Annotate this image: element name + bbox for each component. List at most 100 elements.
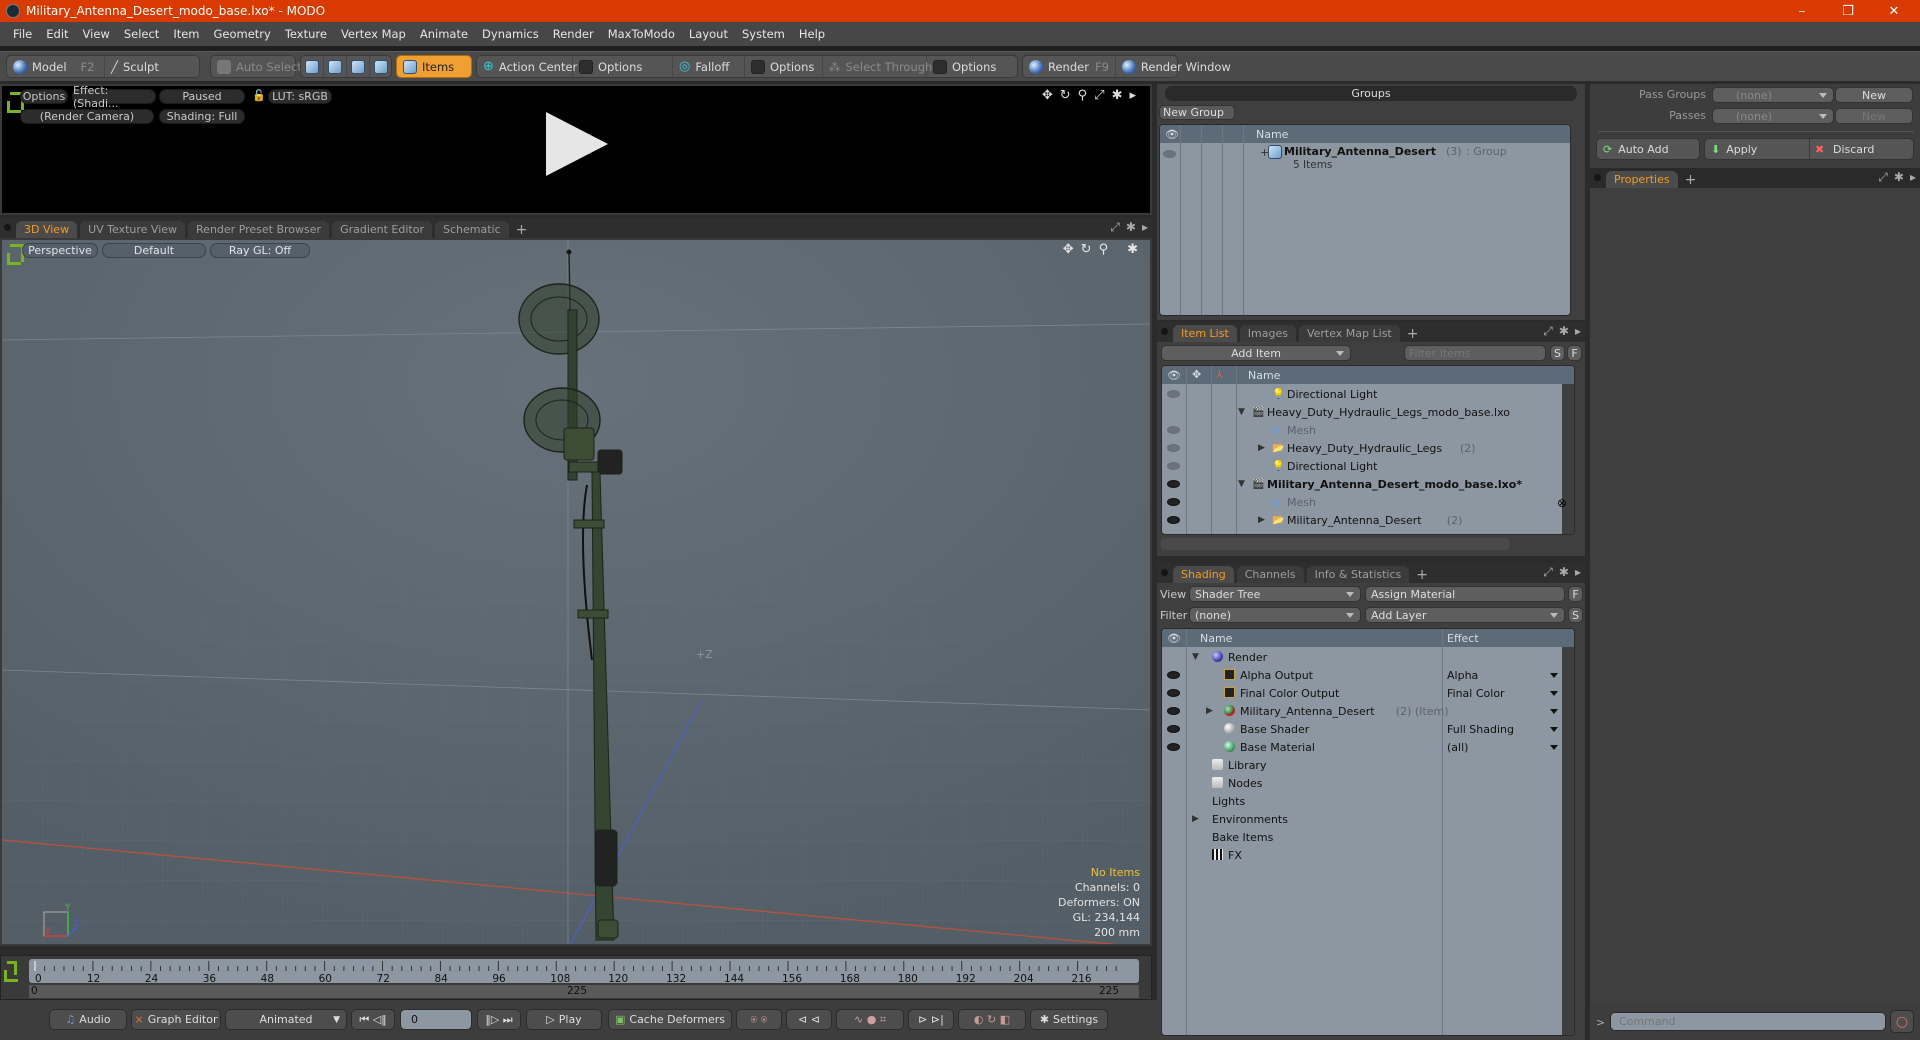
auto-key-icon[interactable]: ∿ [854,1013,863,1026]
range-bar[interactable]: 0 225 225 [29,985,1139,998]
item-list-hscrollbar[interactable] [1161,538,1509,550]
eye-icon[interactable] [1167,480,1180,488]
maximize-icon[interactable]: ⤢ [1110,220,1120,235]
gear-icon[interactable]: ✱ [1126,220,1136,235]
record-macro-button[interactable]: ○ [1890,1010,1914,1033]
edges-mode-button[interactable] [324,56,347,77]
timeline-ruler[interactable]: 0 12 24 36 48 60 72 84 96 108 120 132 144 156 168 180 19… [29,959,1139,985]
shader-tree-row[interactable]: Alpha Output Alpha [1162,666,1574,684]
add-tab-button[interactable]: + [1403,325,1423,342]
key-in-icon[interactable]: ⍟ [751,1013,758,1027]
tab-properties[interactable]: Properties [1606,171,1678,188]
key-tool3-icon[interactable]: ◧ [1000,1013,1010,1026]
eye-icon[interactable] [1167,390,1180,398]
name-column-header[interactable]: Name [1200,632,1232,645]
discard-button[interactable]: Discard [1833,143,1874,156]
polygons-mode-button[interactable] [347,56,370,77]
apply-button[interactable]: Apply [1726,143,1757,156]
tab-item-list[interactable]: Item List [1173,325,1237,342]
vertices-mode-button[interactable] [301,56,324,77]
preview-paused-button[interactable]: Paused [159,89,245,104]
menu-maxtomodo[interactable]: MaxToModo [608,27,675,41]
menu-geometry[interactable]: Geometry [214,27,271,41]
new-pass-group-button[interactable]: New [1835,87,1913,103]
expand-arrow-icon[interactable]: ▶ [1258,443,1265,453]
name-column-header[interactable]: Name [1256,128,1288,141]
clear-circle-icon[interactable]: ⊗ [1557,496,1567,510]
tab-images[interactable]: Images [1239,325,1296,342]
eye-icon[interactable] [1167,498,1180,506]
falloff-options-button[interactable]: Options [745,56,823,77]
last-icon[interactable]: ⊳| [931,1013,944,1026]
pan-icon[interactable]: ✥ [1042,88,1053,103]
gear-icon[interactable]: ✱ [1559,324,1569,339]
item-list-scrollbar[interactable] [1562,384,1574,534]
arrow-right-icon[interactable]: ▸ [1910,170,1916,185]
arrow-right-icon[interactable]: ▸ [1575,565,1581,580]
play-preview-icon[interactable] [546,112,608,176]
shader-tree-row[interactable]: Lights [1162,792,1574,810]
expand-arrow-icon[interactable]: ▶ [1192,814,1199,824]
action-center-options-button[interactable]: Options [573,56,673,77]
shader-tree-row[interactable]: FX [1162,846,1574,864]
command-input[interactable] [1610,1012,1886,1031]
menu-view[interactable]: View [83,27,110,41]
preview-shading-dropdown[interactable]: Shading: Full [159,109,245,124]
menu-help[interactable]: Help [799,27,825,41]
shader-tree-scrollbar[interactable] [1562,647,1574,1035]
maximize-icon[interactable]: ⤢ [1543,324,1553,339]
eye-icon[interactable] [1167,462,1180,470]
eye-icon[interactable] [1167,671,1180,679]
menu-file[interactable]: File [13,27,32,41]
tab-render-preset-browser[interactable]: Render Preset Browser [188,221,330,238]
play-button[interactable]: ▷ Play [526,1009,602,1030]
menu-select[interactable]: Select [124,27,159,41]
gear-icon[interactable]: ✱ [1112,88,1123,103]
item-list-row[interactable]: 💡 Directional Light [1162,457,1574,475]
timeline-menu-icon[interactable] [4,961,18,982]
menu-texture[interactable]: Texture [285,27,327,41]
arrow-right-icon[interactable]: ▸ [1129,88,1136,103]
preview-camera-dropdown[interactable]: (Render Camera) [20,109,154,124]
collapse-arrow-icon[interactable]: ▼ [1238,479,1245,489]
action-center-button[interactable]: ⊕ Action Center [477,56,577,77]
key-out-icon[interactable]: ⍟ [761,1013,768,1027]
filter-items-input[interactable] [1404,345,1546,361]
eye-icon[interactable] [1167,689,1180,697]
eye-icon[interactable] [1167,426,1180,434]
tab-vertex-map-list[interactable]: Vertex Map List [1298,325,1400,342]
s-button[interactable]: S [1568,607,1583,623]
tab-shading[interactable]: Shading [1173,566,1234,583]
shader-tree-row[interactable]: ▼ Render [1162,648,1574,666]
menu-edit[interactable]: Edit [46,27,68,41]
shader-tree-row[interactable]: Nodes [1162,774,1574,792]
arrow-right-icon[interactable]: ▸ [1142,220,1148,235]
item-list-row[interactable]: ▶ 📂 Heavy_Duty_Hydraulic_Legs (2) [1162,439,1574,457]
current-frame-input[interactable]: 0 [400,1009,472,1030]
eye-icon[interactable] [1167,707,1180,715]
item-list-row[interactable]: ▼ 🎬 Heavy_Duty_Hydraulic_Legs_modo_base.lx… [1162,403,1574,421]
next-icon[interactable]: ⊳ [918,1013,927,1026]
graph-editor-button[interactable]: ⨯ Graph Editor [131,1009,221,1030]
item-list-row[interactable]: 💡 Directional Light [1162,385,1574,403]
item-list-row[interactable]: ▶ 📂 Military_Antenna_Desert (2) [1162,511,1574,529]
preview-lut-dropdown[interactable]: LUT: sRGB [268,89,332,104]
preview-options-button[interactable]: Options [20,89,68,104]
item-list-row[interactable]: ◆ Mesh [1162,493,1574,511]
expand-arrow-icon[interactable]: ▶ [1258,515,1265,525]
shader-tree-row[interactable]: ▶ Environments [1162,810,1574,828]
item-list-row[interactable]: ▼ 🎬 Military_Antenna_Desert_modo_base.lxo* [1162,475,1574,493]
assign-material-button[interactable]: Assign Material [1365,586,1565,602]
view-dropdown[interactable]: Shader Tree [1189,586,1361,602]
effect-value[interactable]: Final Color [1447,687,1505,700]
maximize-icon[interactable]: ⤢ [1543,565,1553,580]
effect-value[interactable]: Full Shading [1447,723,1514,736]
item-list-row[interactable]: ◆ Mesh [1162,421,1574,439]
effect-dropdown-icon[interactable] [1550,673,1558,678]
menu-layout[interactable]: Layout [689,27,728,41]
auto-add-button[interactable]: ⟳ Auto Add [1596,138,1700,160]
animated-dropdown[interactable]: Animated ▼ [225,1009,347,1030]
audio-button[interactable]: ♫ Audio [49,1009,127,1030]
group-row[interactable]: + Military_Antenna_Desert (3) : Group 5 … [1160,144,1570,174]
model-button[interactable]: Model F2 [7,56,105,77]
